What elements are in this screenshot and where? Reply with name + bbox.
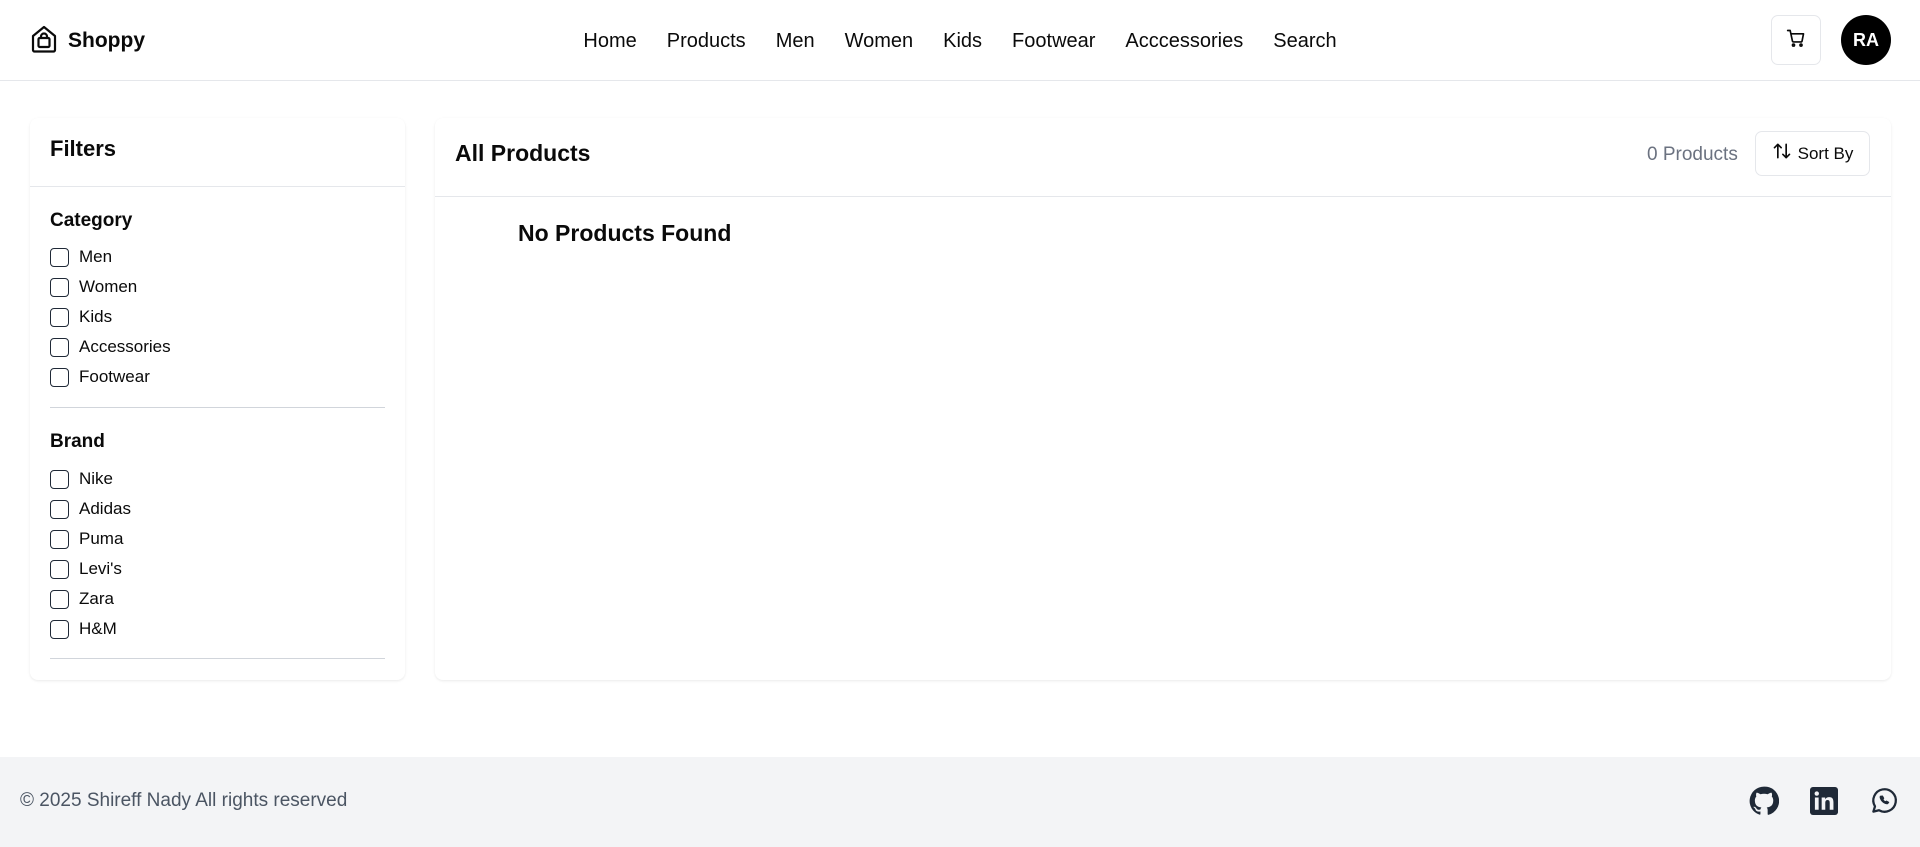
checkbox[interactable] <box>50 307 69 327</box>
option-label: Levi's <box>79 559 122 578</box>
option-label: Zara <box>79 589 114 608</box>
filter-category-men[interactable]: Men <box>50 242 112 272</box>
option-label: Nike <box>79 469 114 488</box>
site-footer: © 2025 Shireff Nady All rights reserved <box>0 757 1920 847</box>
filter-category-footwear[interactable]: Footwear <box>50 362 150 392</box>
cart-button[interactable] <box>1771 15 1821 65</box>
brand-title: Brand <box>50 431 105 452</box>
option-label: Kids <box>79 307 113 326</box>
option-label: Accessories <box>79 337 171 356</box>
brand-logo[interactable]: Shoppy <box>30 24 145 58</box>
option-label: Adidas <box>79 499 131 518</box>
nav-accessories[interactable]: Acccessories <box>1125 26 1243 56</box>
copyright-text: © 2025 Shireff Nady All rights reserved <box>20 790 348 811</box>
category-title: Category <box>50 210 133 231</box>
filters-title: Filters <box>50 136 117 161</box>
empty-state-message: No Products Found <box>518 220 732 246</box>
checkbox[interactable] <box>50 559 69 579</box>
site-header: Shoppy Home Products Men Women Kids Foot… <box>0 0 1920 81</box>
filter-brand-hm[interactable]: H&M <box>50 614 117 644</box>
nav-search[interactable]: Search <box>1273 26 1336 56</box>
divider <box>30 186 405 187</box>
shopping-cart-icon <box>1786 28 1806 53</box>
divider <box>50 658 385 659</box>
checkbox[interactable] <box>50 247 69 267</box>
linkedin-link[interactable] <box>1808 786 1840 820</box>
house-bag-icon <box>30 24 58 59</box>
nav-products[interactable]: Products <box>667 26 746 56</box>
divider <box>435 196 1891 197</box>
checkbox[interactable] <box>50 619 69 639</box>
sort-arrows-icon <box>1772 141 1792 166</box>
checkbox[interactable] <box>50 499 69 519</box>
github-link[interactable] <box>1748 786 1780 821</box>
filter-brand-levis[interactable]: Levi's <box>50 554 122 584</box>
divider <box>50 407 385 408</box>
whatsapp-link[interactable] <box>1868 787 1900 819</box>
filter-brand-nike[interactable]: Nike <box>50 464 113 494</box>
checkbox[interactable] <box>50 337 69 357</box>
filter-brand-puma[interactable]: Puma <box>50 524 123 554</box>
whatsapp-icon <box>1869 786 1899 821</box>
nav-women[interactable]: Women <box>845 26 914 56</box>
nav-kids[interactable]: Kids <box>943 26 982 56</box>
sort-label: Sort By <box>1797 143 1854 163</box>
filter-category-kids[interactable]: Kids <box>50 302 112 332</box>
filters-panel: Filters Category Men Women Kids Accessor… <box>30 118 405 680</box>
products-panel: All Products 0 Products Sort By No Produ… <box>435 118 1891 680</box>
checkbox[interactable] <box>50 529 69 549</box>
option-label: Puma <box>79 529 124 548</box>
option-label: H&M <box>79 619 117 638</box>
filter-category-women[interactable]: Women <box>50 272 137 302</box>
filter-brand-adidas[interactable]: Adidas <box>50 494 131 524</box>
checkbox[interactable] <box>50 589 69 609</box>
checkbox[interactable] <box>50 277 69 297</box>
nav-home[interactable]: Home <box>583 26 636 56</box>
github-icon <box>1749 786 1780 821</box>
checkbox[interactable] <box>50 367 69 387</box>
option-label: Women <box>79 277 138 296</box>
checkbox[interactable] <box>50 469 69 489</box>
filter-category-accessories[interactable]: Accessories <box>50 332 171 362</box>
filter-brand-zara[interactable]: Zara <box>50 584 114 614</box>
linkedin-icon <box>1810 786 1838 820</box>
brand-name: Shoppy <box>68 29 145 52</box>
nav-men[interactable]: Men <box>776 26 815 56</box>
option-label: Footwear <box>79 367 150 386</box>
option-label: Men <box>79 247 113 266</box>
nav-footwear[interactable]: Footwear <box>1012 26 1095 56</box>
sort-button[interactable]: Sort By <box>1755 131 1870 176</box>
main-nav: Home Products Men Women Kids Footwear Ac… <box>580 26 1340 56</box>
product-count: 0 Products <box>1647 144 1738 165</box>
user-avatar[interactable]: RA <box>1841 15 1891 65</box>
page-title: All Products <box>455 140 591 166</box>
